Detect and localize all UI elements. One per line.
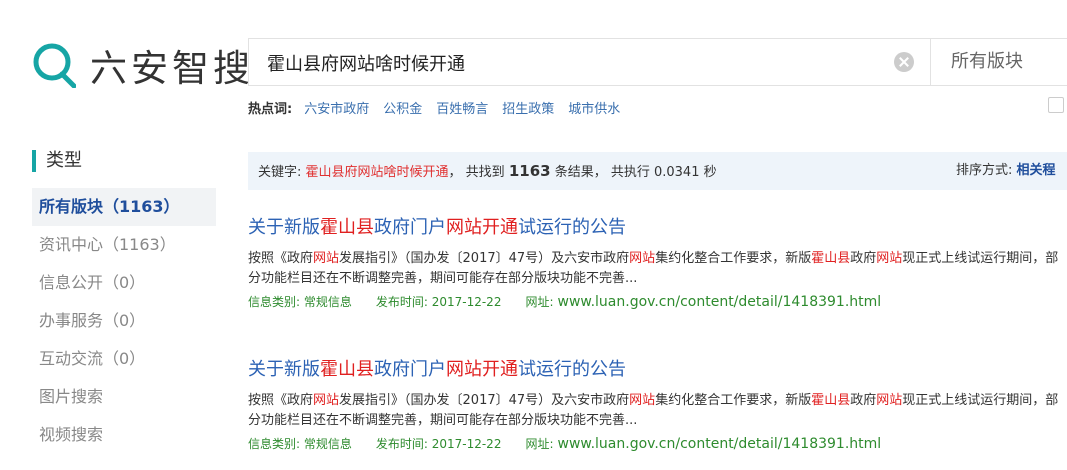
hotwords-bar: 热点词: 六安市政府 公积金 百姓畅言 招生政策 城市供水 xyxy=(248,98,634,117)
result-meta: 信息类别: 常规信息 发布时间: 2017-12-22 网址: www.luan… xyxy=(248,293,1067,310)
sidebar: 类型 所有版块（1163） 资讯中心（1163） 信息公开（0） 办事服务（0）… xyxy=(32,150,216,454)
search-box: 所有版块 xyxy=(248,38,1067,87)
sidebar-item-video-search[interactable]: 视频搜索 xyxy=(32,416,216,454)
sidebar-title: 类型 xyxy=(32,150,216,172)
sidebar-list: 所有版块（1163） 资讯中心（1163） 信息公开（0） 办事服务（0） 互动… xyxy=(32,188,216,454)
snippet-text: 政府 xyxy=(850,251,877,266)
title-text: 政府门户 xyxy=(374,217,446,238)
found-suffix: 条结果， 共执行 0.0341 秒 xyxy=(554,165,717,180)
result-meta: 信息类别: 常规信息 发布时间: 2017-12-22 网址: www.luan… xyxy=(248,435,1067,452)
result-url-label: 网址: xyxy=(525,295,554,309)
result-date: 发布时间: 2017-12-22 xyxy=(375,295,502,309)
title-highlight: 网站开通 xyxy=(446,359,518,380)
title-text: 关于新版 xyxy=(248,359,320,380)
keyword-label: 关键字: xyxy=(258,165,302,180)
result-date: 发布时间: 2017-12-22 xyxy=(375,437,502,451)
sidebar-item-interaction[interactable]: 互动交流（0） xyxy=(32,340,216,378)
snippet-text: 集约化整合工作要求，新版 xyxy=(655,393,812,408)
sort-control: 排序方式: 相关程 xyxy=(956,152,1056,190)
sidebar-item-news[interactable]: 资讯中心（1163） xyxy=(32,226,216,264)
search-divider xyxy=(930,39,931,85)
title-text: 试运行的公告 xyxy=(518,217,626,238)
hotword-link[interactable]: 招生政策 xyxy=(502,98,554,117)
sidebar-item-image-search[interactable]: 图片搜索 xyxy=(32,378,216,416)
result-url-link[interactable]: www.luan.gov.cn/content/detail/1418391.h… xyxy=(558,436,882,452)
title-text: 试运行的公告 xyxy=(518,359,626,380)
clear-icon[interactable] xyxy=(894,52,914,72)
title-highlight: 网站开通 xyxy=(446,217,518,238)
hotwords-label: 热点词: xyxy=(248,102,293,117)
title-highlight: 霍山县 xyxy=(320,359,374,380)
snippet-text: 按照《政府 xyxy=(248,393,314,408)
hotword-link[interactable]: 百姓畅言 xyxy=(436,98,488,117)
result-summary: 关键字: 霍山县府网站啥时候开通， 共找到 1163 条结果， 共执行 0.03… xyxy=(258,152,717,192)
logo-text: 六安智搜 xyxy=(90,47,254,90)
sort-relevance-link[interactable]: 相关程 xyxy=(1017,163,1056,178)
result-item: 关于新版霍山县政府门户网站开通试运行的公告 按照《政府网站发展指引》（国办发〔2… xyxy=(248,213,1067,310)
title-highlight: 霍山县 xyxy=(320,217,374,238)
checkbox[interactable] xyxy=(1048,97,1064,113)
result-url-link[interactable]: www.luan.gov.cn/content/detail/1418391.h… xyxy=(558,294,882,310)
snippet-text: 集约化整合工作要求，新版 xyxy=(655,251,812,266)
result-item: 关于新版霍山县政府门户网站开通试运行的公告 按照《政府网站发展指引》（国办发〔2… xyxy=(248,355,1067,452)
snippet-highlight: 网站 xyxy=(876,393,903,408)
title-text: 关于新版 xyxy=(248,217,320,238)
scope-select[interactable]: 所有版块 xyxy=(951,39,1023,85)
sort-label: 排序方式: xyxy=(956,163,1013,178)
hotword-link[interactable]: 公积金 xyxy=(383,98,422,117)
snippet-highlight: 网站 xyxy=(629,251,656,266)
hotword-link[interactable]: 六安市政府 xyxy=(304,98,369,117)
result-snippet: 按照《政府网站发展指引》（国办发〔2017〕47号）及六安市政府网站集约化整合工… xyxy=(248,249,1067,289)
site-logo[interactable]: 六安智搜 xyxy=(32,40,254,90)
result-url-label: 网址: xyxy=(525,437,554,451)
search-input[interactable] xyxy=(249,39,949,87)
snippet-text: 发展指引》（国办发〔2017〕47号）及六安市政府 xyxy=(339,251,630,266)
hotword-link[interactable]: 城市供水 xyxy=(568,98,620,117)
result-title[interactable]: 关于新版霍山县政府门户网站开通试运行的公告 xyxy=(248,355,1067,381)
snippet-highlight: 霍山县 xyxy=(811,393,851,408)
result-category: 信息类别: 常规信息 xyxy=(248,295,352,309)
snippet-highlight: 网站 xyxy=(876,251,903,266)
result-category: 信息类别: 常规信息 xyxy=(248,437,352,451)
result-count: 1163 xyxy=(508,162,551,180)
snippet-text: 按照《政府 xyxy=(248,251,314,266)
sidebar-item-info-public[interactable]: 信息公开（0） xyxy=(32,264,216,302)
result-title[interactable]: 关于新版霍山县政府门户网站开通试运行的公告 xyxy=(248,213,1067,239)
snippet-highlight: 霍山县 xyxy=(811,251,851,266)
snippet-highlight: 网站 xyxy=(313,393,340,408)
result-snippet: 按照《政府网站发展指引》（国办发〔2017〕47号）及六安市政府网站集约化整合工… xyxy=(248,391,1067,431)
sidebar-item-all[interactable]: 所有版块（1163） xyxy=(32,188,216,226)
snippet-highlight: 网站 xyxy=(313,251,340,266)
sidebar-item-services[interactable]: 办事服务（0） xyxy=(32,302,216,340)
snippet-text: 政府 xyxy=(850,393,877,408)
title-text: 政府门户 xyxy=(374,359,446,380)
snippet-highlight: 网站 xyxy=(629,393,656,408)
keyword-value: 霍山县府网站啥时候开通 xyxy=(305,165,449,180)
snippet-text: 发展指引》（国办发〔2017〕47号）及六安市政府 xyxy=(339,393,630,408)
found-prefix: ， 共找到 xyxy=(448,165,505,180)
search-q-icon xyxy=(32,42,77,89)
result-info-bar: 关键字: 霍山县府网站啥时候开通， 共找到 1163 条结果， 共执行 0.03… xyxy=(248,152,1067,190)
